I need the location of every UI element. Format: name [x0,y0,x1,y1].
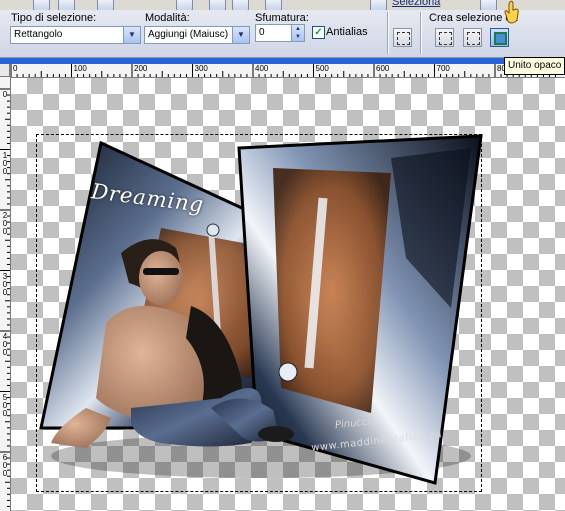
selection-type-dropdown[interactable]: Rettangolo ▼ [10,26,141,44]
ruler-label: 300 [2,271,8,297]
image-canvas[interactable]: Dreaming Pinuccia www.maddinegrafica.eu [11,78,565,511]
ruler-label: 200 [2,211,8,236]
save-icon[interactable] [33,0,50,10]
ruler-label: 200 [134,64,148,73]
selection-type-value: Rettangolo [14,29,63,40]
chevron-down-icon[interactable]: ▼ [232,27,249,43]
tooltip: Unito opaco [504,57,565,75]
mask-selection-icon [467,32,480,45]
tool-icon[interactable] [480,0,497,10]
ruler-label: 600 [2,453,8,478]
ruler-label: 300 [194,64,208,73]
selection-button[interactable] [393,28,412,47]
divider [420,12,421,54]
spin-arrows-icon[interactable]: ▲ ▼ [291,25,304,41]
feather-stepper[interactable]: 0 ▲ ▼ [255,24,305,42]
ruler-label: 700 [436,64,450,73]
hand-cursor-icon [504,0,519,24]
new-icon[interactable] [176,0,193,10]
divider [387,12,388,54]
merged-opaque-button[interactable] [490,28,509,47]
selection-from-mask-button[interactable] [463,28,482,47]
mode-dropdown[interactable]: Aggiungi (Maiusc) ▼ [144,26,250,44]
selection-type-label: Tipo di selezione: [11,12,97,24]
toolbar-select-link[interactable]: Seleziona [392,0,440,8]
feather-label: Sfumatura: [255,12,309,24]
chevron-down-icon[interactable]: ▼ [123,27,140,43]
ruler-ticks [10,64,556,77]
select-tool-icon[interactable] [370,0,387,10]
horizontal-ruler: 0100200300400500600700800 [10,64,565,78]
selection-from-layer-button[interactable] [435,28,454,47]
ruler-label: 100 [73,64,87,73]
ruler-label: 500 [315,64,329,73]
ruler-corner [0,64,10,77]
ruler-label: 0 [2,90,8,99]
ruler-label: 400 [255,64,269,73]
tool-options-bar: Tipo di selezione: Rettangolo ▼ Modalità… [0,10,565,58]
ruler-label: 600 [376,64,390,73]
main-toolbar: Seleziona [0,0,565,10]
layer-selection-icon [439,32,452,45]
ruler-label: 0 [13,64,18,73]
marquee-icon [397,32,410,45]
mode-label: Modalità: [145,12,190,24]
vertical-ruler: 0 100 200 300 400 500 600 [0,77,11,511]
paste-icon[interactable] [232,0,249,10]
redo-icon[interactable] [97,0,114,10]
feather-value: 0 [259,27,265,38]
ruler-label: 500 [2,392,8,418]
antialias-label: Antialias [326,26,368,38]
copy-icon[interactable] [209,0,226,10]
help-icon[interactable] [265,0,282,10]
selection-marquee[interactable] [36,134,482,492]
merged-opaque-icon [494,32,507,45]
ruler-label: 400 [2,332,8,357]
undo-icon[interactable] [58,0,75,10]
antialias-checkbox[interactable]: ✓ [312,26,325,39]
ruler-label: 100 [2,150,8,176]
mode-value: Aggiungi (Maiusc) [148,29,229,40]
